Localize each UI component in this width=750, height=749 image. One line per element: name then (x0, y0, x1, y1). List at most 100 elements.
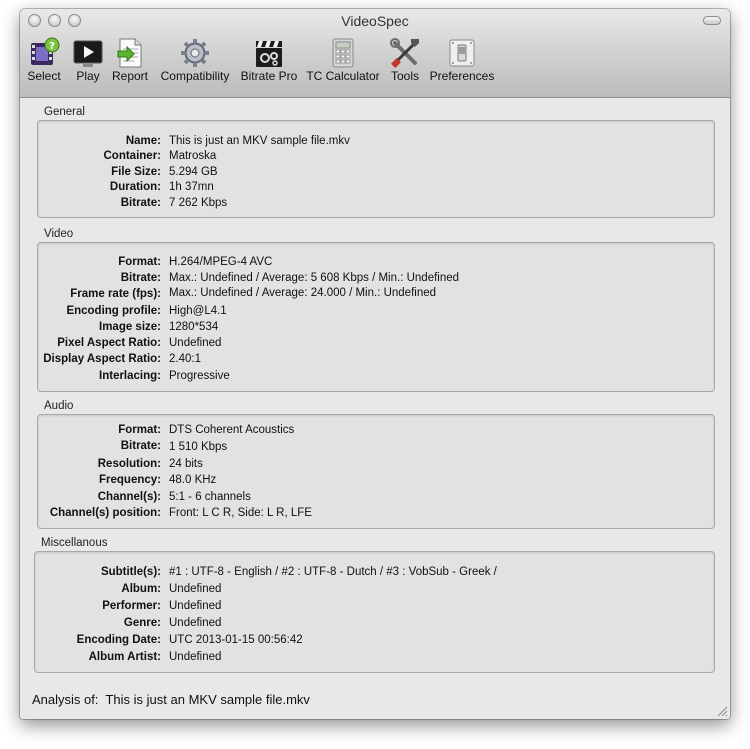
titlebar: VideoSpec ? Select Play Report Compatibi… (20, 9, 730, 98)
field-key: Genre: (123, 617, 161, 629)
general-row: Duration: (37, 180, 161, 195)
svg-text:?: ? (49, 41, 55, 52)
tools-icon (390, 38, 419, 68)
field-value: Undefined (169, 651, 222, 663)
field-key: Duration: (109, 181, 161, 193)
toolbar-select-label: Select (27, 69, 61, 83)
field-value: 2.40:1 (169, 353, 201, 365)
field-key: Channel(s): (97, 491, 161, 503)
field-key: Interlacing: (99, 370, 161, 382)
field-key: Frame rate (fps): (70, 288, 161, 300)
video-row: Encoding profile: (37, 304, 161, 319)
switch-icon (449, 39, 475, 67)
toolbar-compatibility-button[interactable]: Compatibility (157, 37, 233, 83)
field-key: Image size: (99, 321, 161, 333)
clapperboard-icon (256, 41, 282, 67)
toolbar-toggle-button[interactable] (703, 16, 721, 25)
gear-icon (181, 39, 209, 67)
video-section-title: Video (44, 228, 74, 240)
audio-row: Frequency: (37, 473, 161, 488)
video-row: Format: (37, 255, 161, 270)
play-screen-icon (73, 40, 103, 67)
field-value: UTC 2013-01-15 00:56:42 (169, 634, 303, 646)
field-key: Encoding Date: (76, 634, 161, 646)
general-row: Bitrate: (37, 196, 161, 211)
field-value: 1h 37mn (169, 181, 214, 193)
field-key: Format: (118, 256, 161, 268)
audio-row: Channel(s) position: (37, 506, 161, 521)
misc-row: Encoding Date: (37, 633, 161, 648)
toolbar-play-label: Play (76, 69, 100, 83)
field-value: Matroska (169, 150, 217, 162)
video-row: Interlacing: (37, 369, 161, 384)
toolbar-bitrate-pro-button[interactable]: Bitrate Pro (239, 37, 299, 83)
video-row: Bitrate: (37, 271, 161, 286)
toolbar-compatibility-label: Compatibility (160, 69, 230, 83)
resize-grip-icon[interactable] (716, 705, 728, 717)
field-value: 1 510 Kbps (169, 441, 228, 453)
toolbar-select-button[interactable]: ? Select (26, 37, 62, 83)
audio-row: Channel(s): (37, 490, 161, 505)
field-value: Undefined (169, 337, 222, 349)
calculator-icon (332, 38, 354, 68)
field-key: Channel(s) position: (49, 507, 161, 519)
toolbar-play-button[interactable]: Play (69, 37, 107, 83)
field-key: Bitrate: (120, 272, 161, 284)
analysis-status: Analysis of: This is just an MKV sample … (32, 692, 310, 707)
field-key: Format: (118, 424, 161, 436)
video-row: Pixel Aspect Ratio: (37, 336, 161, 351)
field-key: Album: (121, 583, 161, 595)
audio-row: Format: (37, 423, 161, 438)
field-key: Resolution: (97, 458, 161, 470)
misc-row: Album Artist: (37, 650, 161, 665)
field-key: Subtitle(s): (100, 566, 161, 578)
field-key: Bitrate: (120, 197, 161, 209)
video-row: Frame rate (fps): (37, 287, 161, 302)
field-value: 1280*534 (169, 321, 219, 333)
general-row: Name: (37, 134, 161, 149)
audio-row: Resolution: (37, 457, 161, 472)
videospec-window: VideoSpec ? Select Play Report Compatibi… (20, 9, 730, 719)
field-key: Encoding profile: (66, 305, 161, 317)
field-value: Max.: Undefined / Average: 24.000 / Min.… (169, 287, 437, 299)
toolbar-preferences-label: Preferences (429, 69, 495, 83)
toolbar-report-button[interactable]: Report (110, 37, 150, 83)
field-value: This is just an MKV sample file.mkv (169, 135, 350, 147)
field-key: Album Artist: (88, 651, 161, 663)
toolbar-bitrate-pro-label: Bitrate Pro (240, 69, 298, 83)
field-value: High@L4.1 (169, 305, 227, 317)
field-value: H.264/MPEG-4 AVC (169, 256, 273, 268)
toolbar-tools-button[interactable]: Tools (387, 37, 423, 83)
misc-row: Subtitle(s): (37, 565, 161, 580)
field-value: 5:1 - 6 channels (169, 491, 251, 503)
field-key: Display Aspect Ratio: (43, 353, 161, 365)
toolbar-tc-calculator-label: TC Calculator (306, 69, 380, 83)
field-key: File Size: (111, 166, 161, 178)
field-value: 24 bits (169, 458, 203, 470)
misc-row: Genre: (37, 616, 161, 631)
toolbar-preferences-button[interactable]: Preferences (429, 37, 495, 83)
content-area: General Name: This is just an MKV sample… (20, 98, 730, 719)
field-key: Bitrate: (120, 440, 161, 452)
field-value: DTS Coherent Acoustics (169, 424, 295, 436)
toolbar-tools-label: Tools (390, 69, 419, 83)
field-value: 5.294 GB (169, 166, 218, 178)
report-document-icon (117, 38, 142, 68)
field-key: Container: (103, 150, 162, 162)
general-row: File Size: (37, 165, 161, 180)
video-row: Image size: (37, 320, 161, 335)
general-section-title: General (44, 106, 85, 118)
audio-section-title: Audio (44, 400, 74, 412)
video-row: Display Aspect Ratio: (37, 352, 161, 367)
toolbar-tc-calculator-button[interactable]: TC Calculator (305, 37, 381, 83)
window-title: VideoSpec (341, 13, 409, 29)
field-value: Progressive (169, 370, 230, 382)
field-value: Undefined (169, 600, 222, 612)
analysis-file-name: This is just an MKV sample file.mkv (105, 692, 310, 707)
field-value: Undefined (169, 583, 222, 595)
field-value: Max.: Undefined / Average: 5 608 Kbps / … (169, 272, 460, 284)
field-value: 7 262 Kbps (169, 197, 228, 209)
general-row: Container: (37, 149, 162, 164)
toolbar-report-label: Report (111, 69, 149, 83)
field-value: Front: L C R, Side: L R, LFE (169, 507, 312, 519)
